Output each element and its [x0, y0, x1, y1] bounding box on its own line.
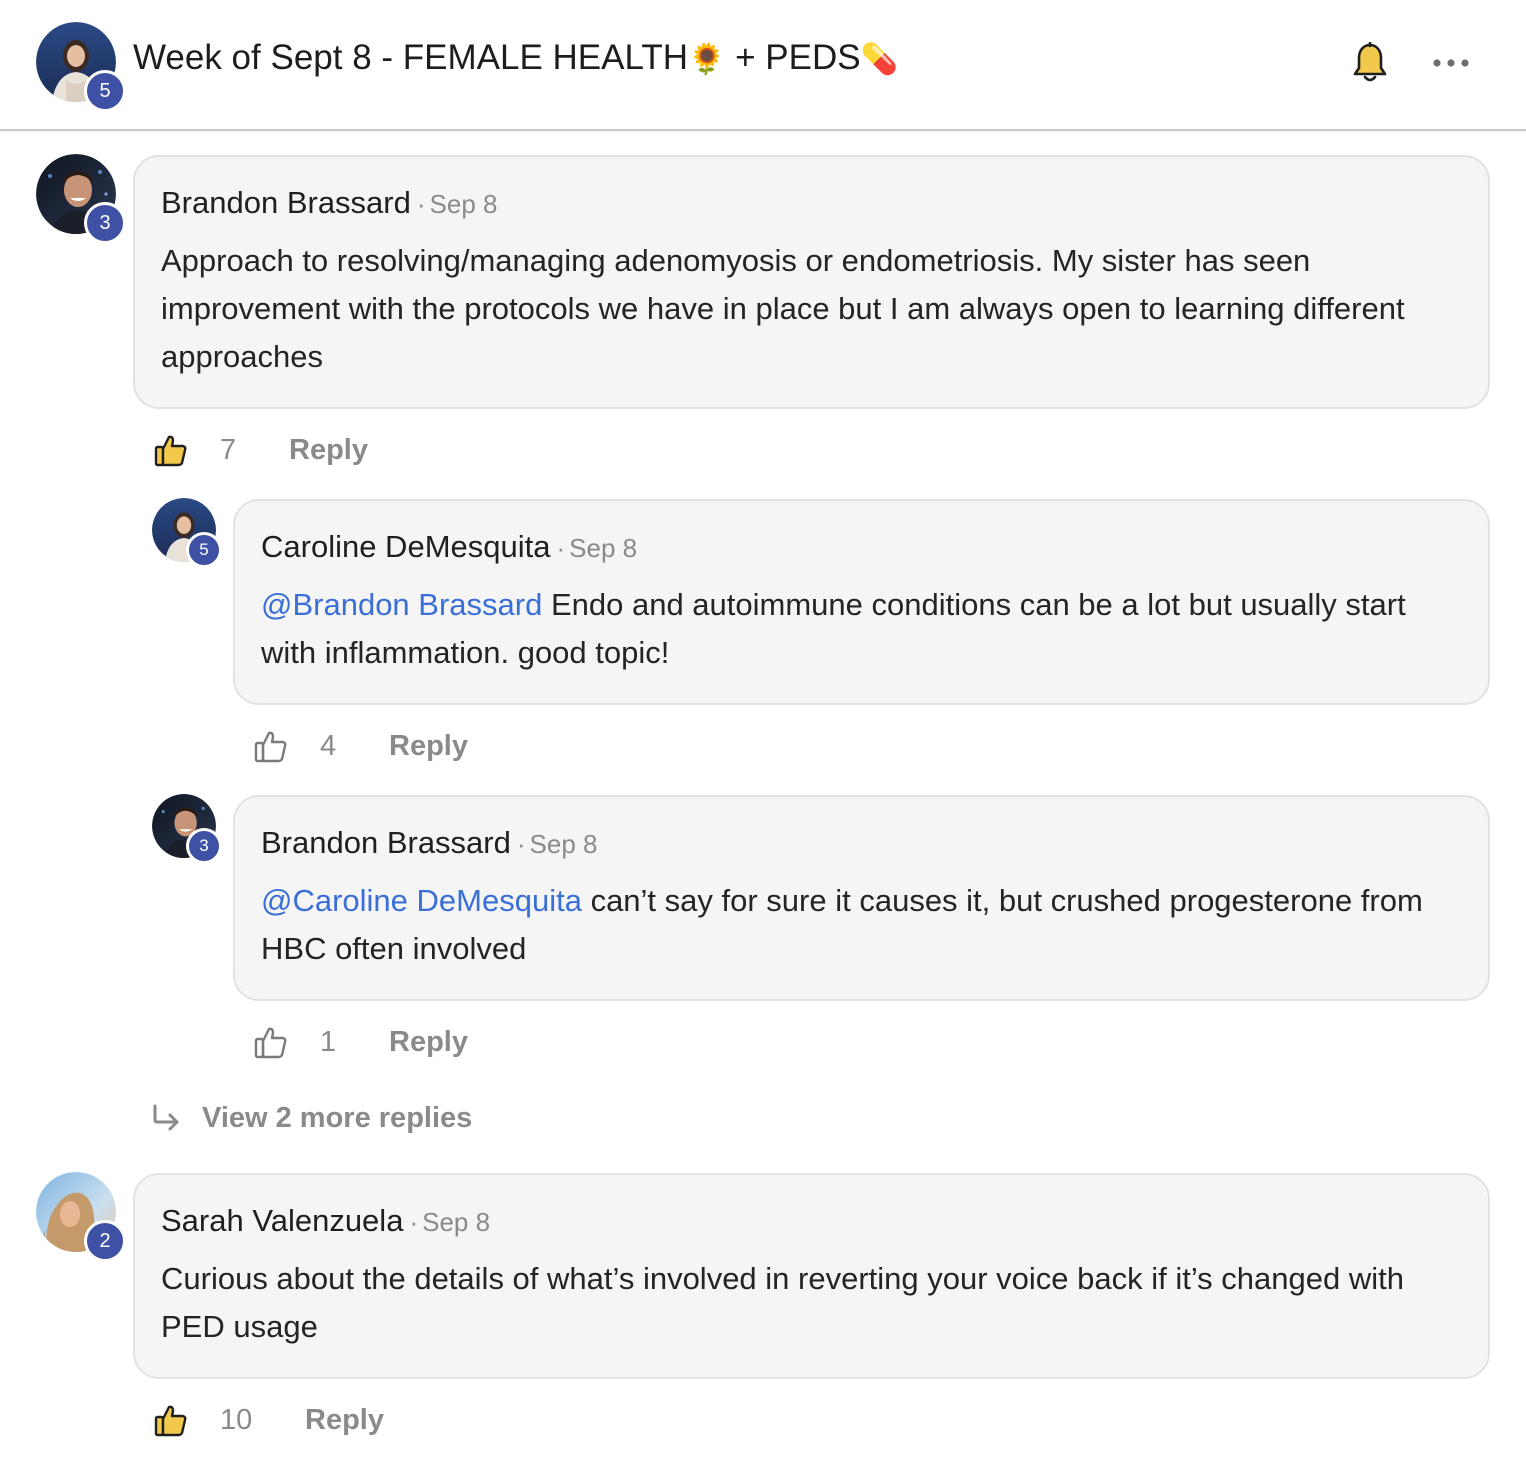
comment-date[interactable]: Sep 8	[530, 829, 598, 859]
reply-actions: 4 Reply	[253, 728, 513, 768]
reply-actions: 1 Reply	[253, 1024, 513, 1064]
more-horizontal-icon[interactable]	[1430, 48, 1472, 78]
post-author-avatar[interactable]: 5	[36, 22, 126, 112]
comment-text: Curious about the details of what’s invo…	[161, 1255, 1462, 1351]
mention-link[interactable]: @Caroline DeMesquita	[261, 883, 582, 918]
comment-header: Brandon Brassard · Sep 8	[261, 825, 598, 861]
like-count: 7	[220, 434, 237, 466]
level-badge: 2	[84, 1220, 126, 1262]
post-header: 5 Week of Sept 8 - FEMALE HEALTH🌻 + PEDS…	[0, 0, 1526, 131]
separator-dot: ·	[516, 829, 526, 859]
reply-avatar[interactable]: 3	[152, 794, 222, 864]
mention-link[interactable]: @Brandon Brassard	[261, 587, 542, 622]
like-count: 10	[220, 1404, 253, 1436]
level-badge: 3	[84, 202, 126, 244]
reply-button[interactable]: Reply	[389, 730, 468, 763]
sunflower-emoji: 🌻	[688, 42, 726, 77]
reply-card: Brandon Brassard · Sep 8 @Caroline DeMesqu…	[233, 795, 1490, 1001]
like-count: 4	[320, 730, 337, 762]
comment-text: @Caroline DeMesquita can’t say for sure …	[261, 877, 1462, 973]
comment-actions: 7 Reply	[153, 432, 413, 472]
post-title-text: Week of Sept 8 - FEMALE HEALTH	[133, 38, 689, 77]
comment-date[interactable]: Sep 8	[569, 533, 637, 563]
comment-text: @Brandon Brassard Endo and autoimmune co…	[261, 581, 1462, 677]
comment-avatar[interactable]: 3	[36, 154, 126, 244]
level-badge: 5	[186, 532, 222, 568]
separator-dot: ·	[556, 533, 566, 563]
thumbs-up-icon[interactable]	[253, 728, 289, 764]
author-name[interactable]: Sarah Valenzuela	[161, 1203, 403, 1238]
reply-arrow-icon	[153, 1104, 179, 1131]
author-name[interactable]: Brandon Brassard	[161, 185, 411, 220]
comment-date[interactable]: Sep 8	[430, 189, 498, 219]
reply-button[interactable]: Reply	[289, 434, 368, 467]
comment-card: Sarah Valenzuela · Sep 8 Curious about the…	[133, 1173, 1490, 1379]
author-name[interactable]: Brandon Brassard	[261, 825, 511, 860]
comment-text: Approach to resolving/managing adenomyos…	[161, 237, 1462, 381]
comment-body: Curious about the details of what’s invo…	[161, 1261, 1404, 1344]
bell-icon[interactable]	[1352, 42, 1388, 84]
comment-header: Sarah Valenzuela · Sep 8	[161, 1203, 490, 1239]
level-badge: 3	[186, 828, 222, 864]
separator-dot: ·	[409, 1207, 419, 1237]
thumbs-up-icon[interactable]	[153, 432, 189, 468]
author-name[interactable]: Caroline DeMesquita	[261, 529, 550, 564]
thumbs-up-icon[interactable]	[153, 1402, 189, 1438]
post-title-mid: + PEDS	[725, 38, 861, 77]
separator-dot: ·	[416, 189, 426, 219]
reply-button[interactable]: Reply	[305, 1404, 384, 1437]
like-count: 1	[320, 1026, 337, 1058]
level-badge: 5	[84, 70, 126, 112]
comment-actions: 10 Reply	[153, 1402, 413, 1442]
reply-avatar[interactable]: 5	[152, 498, 222, 568]
post-title: Week of Sept 8 - FEMALE HEALTH🌻 + PEDS💊	[133, 38, 898, 78]
comment-avatar[interactable]: 2	[36, 1172, 126, 1262]
reply-button[interactable]: Reply	[389, 1026, 468, 1059]
comment-header: Caroline DeMesquita · Sep 8	[261, 529, 637, 565]
thumbs-up-icon[interactable]	[253, 1024, 289, 1060]
view-more-replies-label: View 2 more replies	[202, 1102, 473, 1134]
reply-card: Caroline DeMesquita · Sep 8 @Brandon Brass…	[233, 499, 1490, 705]
comment-header: Brandon Brassard · Sep 8	[161, 185, 498, 221]
comment-date[interactable]: Sep 8	[422, 1207, 490, 1237]
comment-body: Approach to resolving/managing adenomyos…	[161, 243, 1405, 374]
pill-emoji: 💊	[860, 42, 898, 77]
comment-card: Brandon Brassard · Sep 8 Approach to resol…	[133, 155, 1490, 409]
